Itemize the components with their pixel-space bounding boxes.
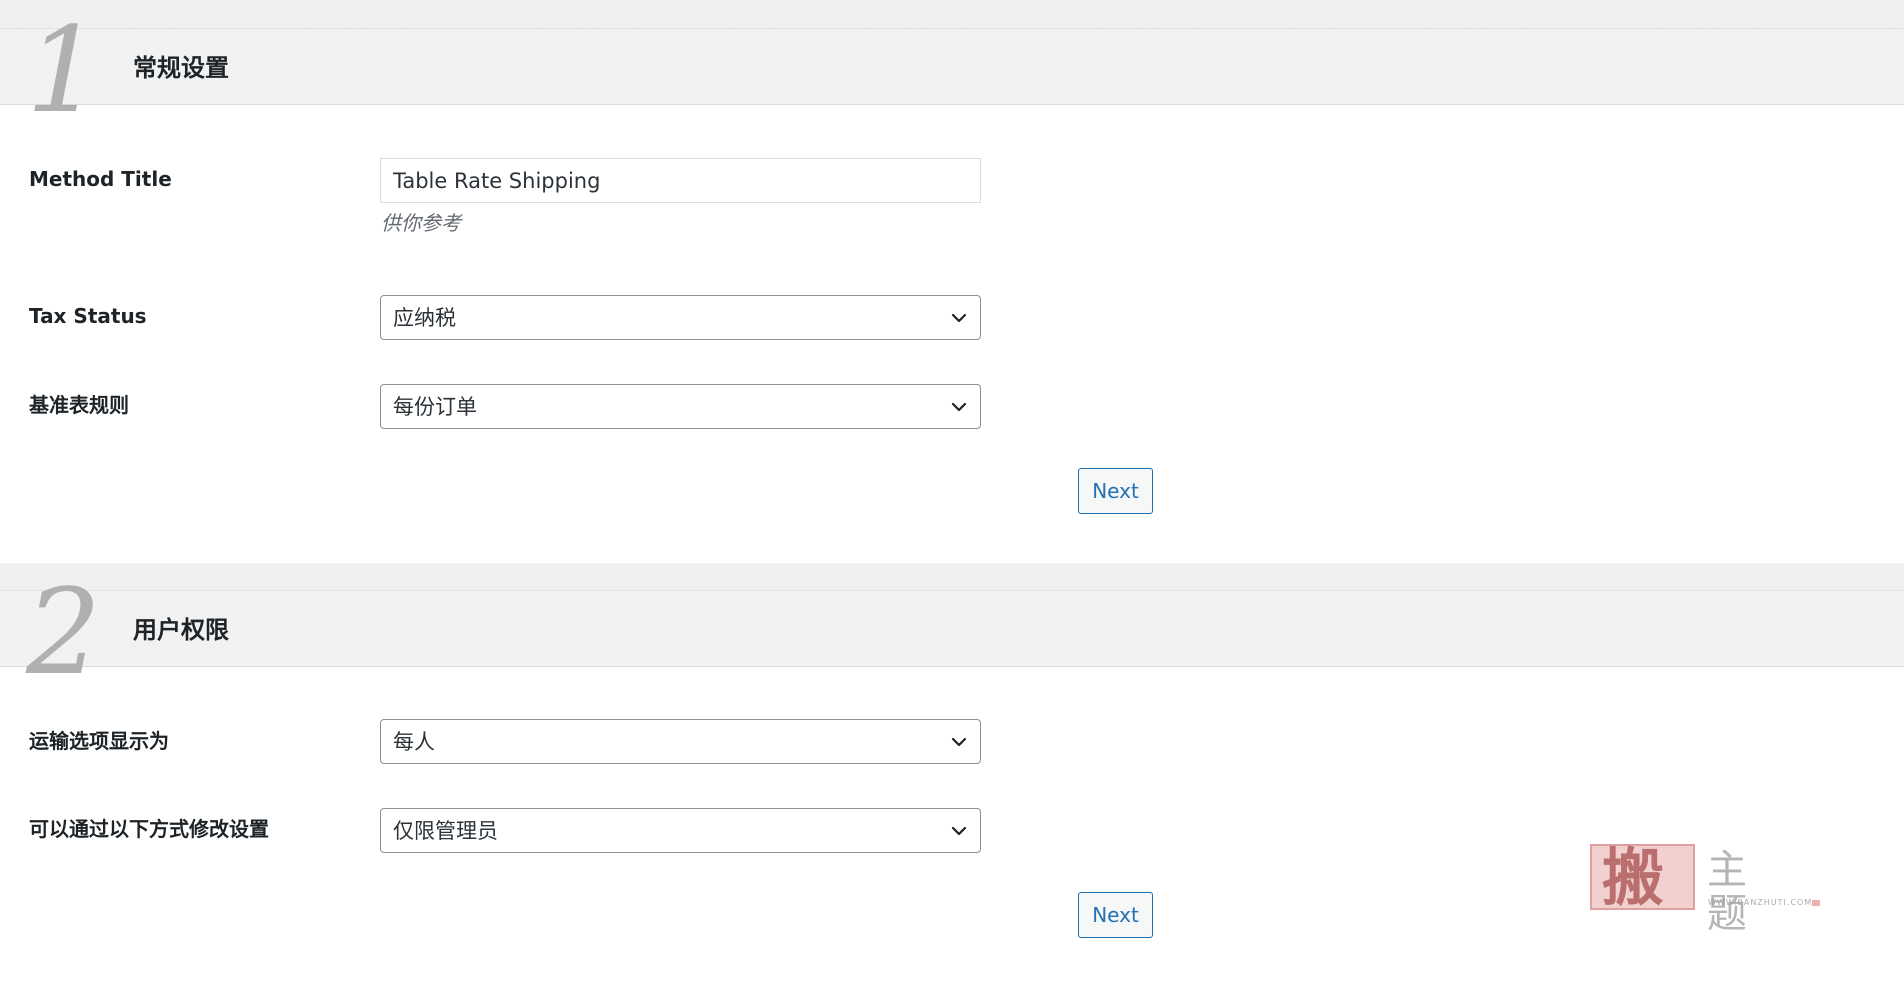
chevron-down-icon	[951, 402, 967, 412]
base-rule-label: 基准表规则	[29, 393, 129, 417]
next-button-section2[interactable]: Next	[1078, 892, 1153, 938]
method-title-label: Method Title	[29, 167, 172, 191]
top-spacer	[0, 0, 1904, 28]
watermark-url: WWW.BANZHUTI.COM	[1708, 898, 1813, 907]
select-value: 应纳税	[393, 306, 456, 330]
method-title-hint: 供你参考	[381, 211, 461, 235]
section-title: 常规设置	[133, 54, 229, 82]
section-header-general: 1 常规设置	[0, 11, 1904, 129]
shipping-display-label: 运输选项显示为	[29, 729, 169, 753]
select-value: 每人	[393, 730, 435, 754]
watermark-glyph: 搬	[1602, 841, 1665, 914]
select-value: 每份订单	[393, 395, 477, 419]
tax-status-label: Tax Status	[29, 304, 147, 328]
chevron-down-icon	[951, 826, 967, 836]
section-divider	[0, 563, 1904, 591]
watermark-title: 主题	[1707, 847, 1767, 937]
tax-status-select[interactable]: 应纳税	[380, 295, 981, 340]
select-value: 仅限管理员	[393, 819, 498, 843]
watermark-logo: 搬 主题 WWW.BANZHUTI.COM	[1590, 841, 1825, 936]
watermark-dot	[1812, 900, 1820, 906]
watermark-stamp: 搬	[1590, 841, 1695, 914]
section-title: 用户权限	[133, 616, 229, 644]
step-number: 2	[26, 563, 102, 701]
section-header-permissions: 2 用户权限	[0, 573, 1904, 691]
method-title-input[interactable]	[380, 158, 981, 203]
step-number: 1	[26, 1, 102, 139]
modify-settings-select[interactable]: 仅限管理员	[380, 808, 981, 853]
chevron-down-icon	[951, 737, 967, 747]
chevron-down-icon	[951, 313, 967, 323]
modify-settings-label: 可以通过以下方式修改设置	[29, 817, 269, 841]
next-button-section1[interactable]: Next	[1078, 468, 1153, 514]
base-rule-select[interactable]: 每份订单	[380, 384, 981, 429]
shipping-display-select[interactable]: 每人	[380, 719, 981, 764]
settings-page: 1 常规设置 Method Title 供你参考 Tax Status 应纳税 …	[0, 0, 1904, 987]
